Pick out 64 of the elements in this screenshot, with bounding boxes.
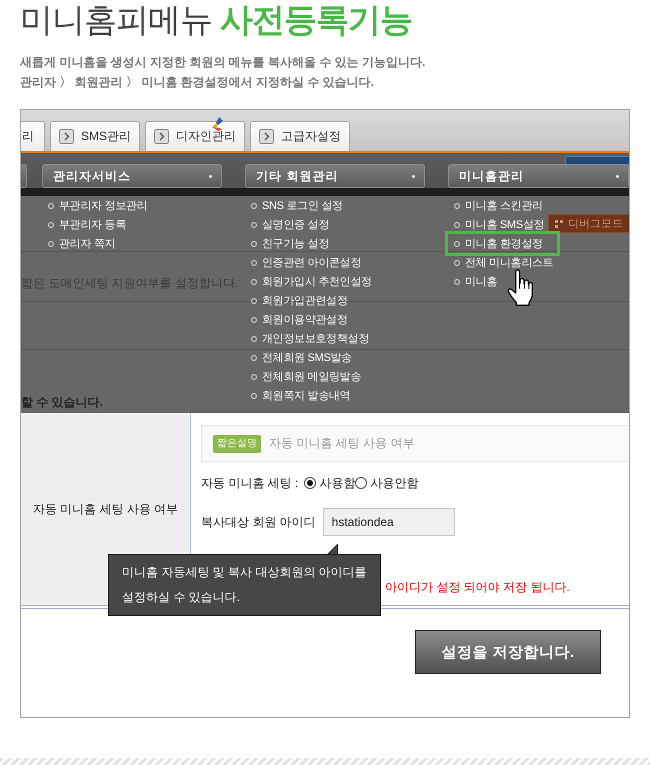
dot-icon — [412, 174, 415, 178]
menu-item[interactable]: 부관리자 등록 — [42, 215, 133, 234]
short-description-text: 자동 미니홈 세팅 사용 여부 — [269, 435, 414, 452]
bullet-icon — [251, 316, 257, 322]
radio-option[interactable]: 사용안함 — [355, 474, 418, 492]
bullet-icon — [48, 202, 54, 208]
menu-item[interactable]: 회원가입시 추천인설정 — [245, 272, 379, 291]
menu-item[interactable]: 친구기능 설정 — [245, 234, 336, 253]
menu-item[interactable]: 관리자 쪽지 — [42, 234, 122, 253]
bullet-icon — [454, 278, 460, 284]
menu-item[interactable]: 미니홈 스킨관리 — [448, 196, 550, 215]
menu-item[interactable]: 회원쪽지 발송내역 — [245, 386, 358, 405]
bullet-icon — [454, 202, 460, 208]
save-button[interactable]: 설정을 저장합니다. — [415, 630, 601, 674]
bullet-icon — [251, 278, 257, 284]
bullet-icon — [251, 374, 257, 380]
menu-item[interactable]: 전체회원 메일링발송 — [245, 367, 368, 386]
menu-item[interactable]: 회원가입관련설정 — [245, 291, 355, 310]
short-description-badge: 짧은설명 — [213, 434, 261, 452]
debug-mode-button[interactable]: 디버그모드 — [548, 214, 629, 233]
bullet-icon — [48, 240, 54, 246]
menu-item[interactable]: 전체회원 SMS발송 — [245, 348, 359, 367]
bullet-icon — [251, 202, 257, 208]
tab[interactable]: 리 — [21, 121, 45, 151]
bullet-icon — [251, 354, 257, 360]
dot-icon — [616, 174, 619, 178]
menu-item[interactable]: 개인정보보호정책설정 — [245, 329, 376, 348]
warning-text: 아이디가 설정 되어야 저장 됩니다. — [385, 579, 570, 596]
bullet-icon — [454, 222, 460, 228]
bullet-icon — [454, 260, 460, 266]
menu-item[interactable]: 회원이용약관설정 — [245, 310, 355, 329]
menu-item[interactable]: 전체 미니홈리스트 — [448, 253, 560, 272]
menu-item[interactable]: 실명인증 설정 — [245, 215, 336, 234]
tab[interactable]: 고급자설정 — [250, 121, 350, 151]
bullet-icon — [251, 240, 257, 246]
dimmed-page-text: 할 수 있습니다. — [21, 394, 104, 411]
menu-item[interactable]: 미니홈 — [448, 272, 504, 291]
dot-icon — [209, 174, 212, 178]
description-text: 관리자 〉 회원관리 〉 미니홈 환경설정에서 지정하실 수 있습니다. — [19, 74, 374, 91]
bullet-icon — [251, 260, 257, 266]
bullet-icon — [251, 392, 257, 398]
cut-off-menu-header — [21, 164, 27, 188]
menu-item[interactable]: 인증관련 아이콘설정 — [245, 253, 368, 272]
radio-group-label: 자동 미니홈 세팅 : — [201, 474, 298, 492]
menu-category-button[interactable]: 미니홈관리 — [448, 164, 629, 188]
menu-item[interactable]: 부관리자 정보관리 — [42, 196, 154, 215]
bullet-icon — [251, 336, 257, 342]
hand-cursor-icon — [507, 269, 533, 306]
menu-item[interactable]: SNS 로그인 설정 — [245, 196, 350, 215]
menu-category-button[interactable]: 기타 회원관리 — [245, 164, 425, 188]
description-text: 새롭게 미니홈을 생성시 지정한 회원의 메뉴를 복사해올 수 있는 기능입니다. — [18, 54, 426, 71]
bullet-icon — [251, 298, 257, 304]
page-title: 미니홈피메뉴 사전등록기능 — [19, 0, 412, 40]
field-label: 복사대상 회원 아이디 — [201, 514, 316, 530]
member-id-field[interactable]: hstationdea — [322, 508, 455, 536]
bullet-icon — [251, 222, 257, 228]
dots-icon — [555, 220, 563, 228]
menu-category-button[interactable]: 관리자서비스 — [42, 164, 222, 188]
menu-item[interactable]: 미니홈 환경설정 — [445, 231, 560, 256]
bullet-icon — [454, 240, 460, 246]
tooltip: 미니홈 자동세팅 및 복사 대상회원의 아이디를 설정하실 수 있습니다. — [108, 544, 381, 616]
bullet-icon — [48, 222, 54, 228]
radio-option[interactable]: 사용함 — [304, 474, 356, 492]
tab[interactable]: SMS관리 — [50, 121, 140, 151]
